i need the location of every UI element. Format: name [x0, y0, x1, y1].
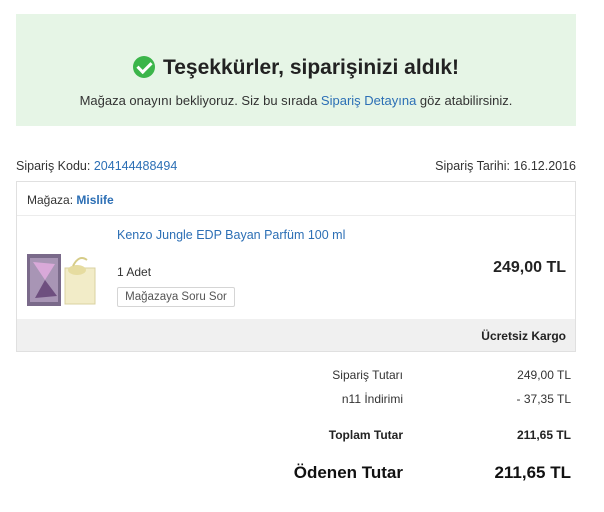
shipping-bar: Ücretsiz Kargo [17, 319, 575, 351]
total-label: Toplam Tutar [328, 428, 403, 442]
order-code-label: Sipariş Kodu: [16, 159, 91, 173]
total-value: 211,65 TL [516, 428, 571, 442]
store-name-link[interactable]: Mislife [76, 193, 113, 207]
ask-store-button[interactable]: Mağazaya Soru Sor [117, 287, 235, 307]
product-price: 249,00 TL [493, 259, 566, 276]
order-date-value: 16.12.2016 [513, 159, 576, 173]
order-date-label: Sipariş Tarihi: [435, 159, 510, 173]
divider [17, 215, 575, 216]
subtotal-label: Sipariş Tutarı [332, 368, 403, 382]
order-detail-link[interactable]: Sipariş Detayına [321, 93, 416, 108]
check-circle-icon [132, 56, 155, 78]
store-info: Mağaza: Mislife [27, 193, 114, 207]
paid-label: Ödenen Tutar [293, 463, 403, 482]
product-name-link[interactable]: Kenzo Jungle EDP Bayan Parfüm 100 ml [117, 228, 345, 242]
order-item-box: Mağaza: Mislife Kenzo Jungle EDP Bayan P… [16, 181, 576, 352]
discount-label: n11 İndirimi [341, 392, 403, 406]
banner-subtitle: Mağaza onayını bekliyoruz. Siz bu sırada… [16, 93, 576, 108]
store-label: Mağaza: [27, 193, 74, 207]
success-banner: Teşekkürler, siparişinizi aldık! Mağaza … [16, 14, 576, 126]
order-date: Sipariş Tarihi: 16.12.2016 [435, 159, 576, 173]
banner-subtitle-tail: göz atabilirsiniz. [416, 93, 513, 108]
order-code-link[interactable]: 204144488494 [94, 159, 177, 173]
product-quantity: 1 Adet [117, 265, 152, 279]
banner-subtitle-text: Mağaza onayını bekliyoruz. Siz bu sırada [79, 93, 321, 108]
order-info: Sipariş Kodu: 204144488494 Sipariş Tarih… [16, 159, 576, 173]
shipping-label: Ücretsiz Kargo [481, 329, 566, 343]
banner-title-text: Teşekkürler, siparişinizi aldık! [162, 56, 460, 79]
banner-title: Teşekkürler, siparişinizi aldık! [16, 56, 576, 80]
subtotal-value: 249,00 TL [517, 368, 571, 382]
discount-value: - 37,35 TL [516, 392, 571, 406]
product-image[interactable] [27, 250, 101, 308]
paid-value: 211,65 TL [494, 463, 571, 482]
